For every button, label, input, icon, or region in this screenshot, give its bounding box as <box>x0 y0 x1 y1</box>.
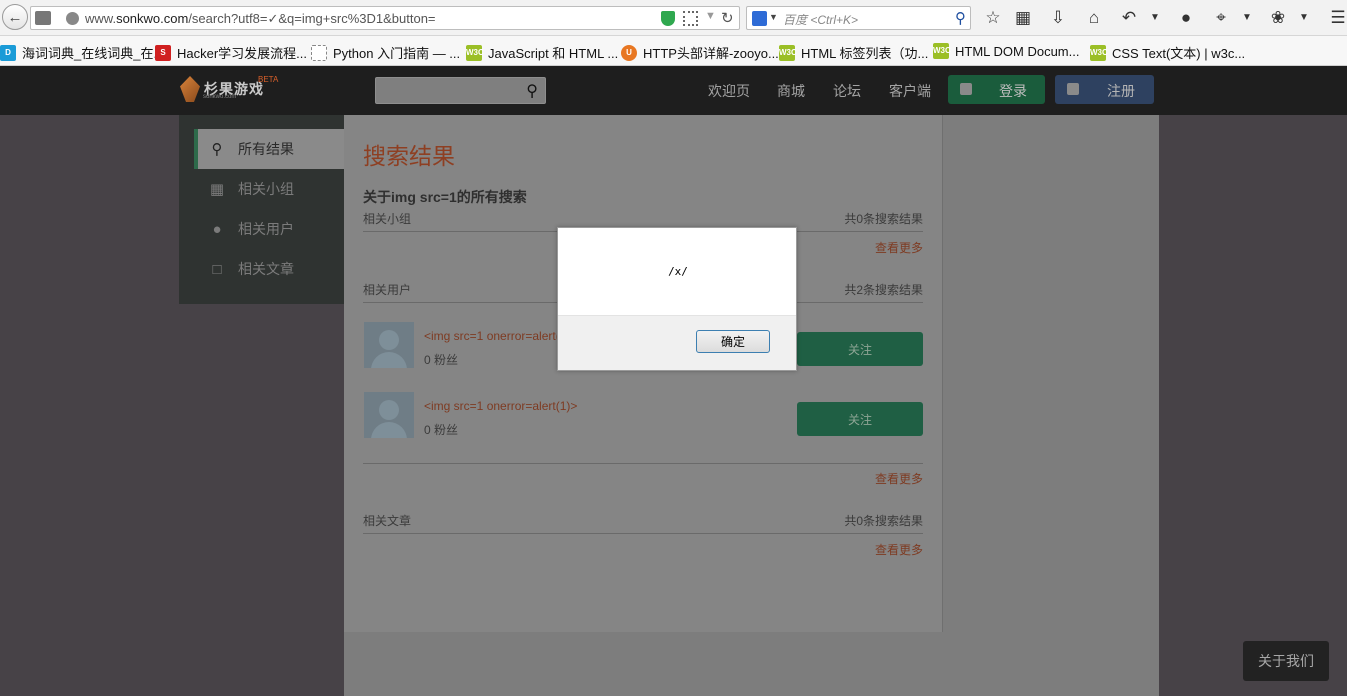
bookmark-item[interactable]: W3C HTML DOM Docum... <box>933 43 1079 59</box>
alert-message: /x/ <box>668 265 688 278</box>
user-fans: 0 粉丝 <box>424 423 459 437</box>
edit-icon <box>1067 83 1079 95</box>
groups-more-link[interactable]: 查看更多 <box>875 239 923 256</box>
results-sidebar: ⚲ 所有结果 ▦ 相关小组 ● 相关用户 □ 相关文章 <box>179 115 344 304</box>
section-users-label: 相关用户 <box>363 283 412 297</box>
search-summary: 关于img src=1的所有搜索 <box>363 189 527 205</box>
articles-more-link[interactable]: 查看更多 <box>875 541 923 558</box>
sidebar-item-users[interactable]: ● 相关用户 <box>194 209 344 249</box>
chevron-down-icon[interactable]: ▼ <box>1236 8 1258 28</box>
section-articles-count: 共0条搜索结果 <box>844 514 923 528</box>
back-button[interactable]: ← <box>2 4 28 30</box>
site-search-input[interactable]: ⚲ <box>375 77 546 104</box>
alert-dialog: /x/ 确定 <box>557 227 797 371</box>
search-placeholder: 百度 <Ctrl+K> <box>783 13 859 27</box>
follow-button[interactable]: 关注 <box>797 402 923 436</box>
undo-icon[interactable]: ↶ <box>1118 8 1140 28</box>
chevron-down-icon[interactable]: ▼ <box>1144 8 1166 28</box>
section-users-count: 共2条搜索结果 <box>844 283 923 297</box>
search-engine-icon[interactable] <box>752 11 767 26</box>
dictionary-icon: D <box>0 44 16 61</box>
chevron-down-icon[interactable]: ▼ <box>1293 8 1315 28</box>
ok-button[interactable]: 确定 <box>696 330 770 353</box>
globe-icon <box>66 12 79 25</box>
sidebar-item-articles[interactable]: □ 相关文章 <box>194 249 344 289</box>
search-icon: ⚲ <box>211 141 223 158</box>
url-text[interactable]: www.sonkwo.com/search?utf8=✓&q=img+src%3… <box>85 11 436 27</box>
section-articles-label: 相关文章 <box>363 514 412 528</box>
user-name-link[interactable]: <img src=1 onerror=alert(1)> <box>424 329 577 343</box>
user-name-link[interactable]: <img src=1 onerror=alert(1)> <box>424 399 577 413</box>
qr-code-icon[interactable] <box>683 11 698 26</box>
star-icon[interactable]: ☆ <box>982 8 1004 28</box>
tab-groups-icon[interactable] <box>35 11 51 25</box>
login-button[interactable]: 登录 <box>948 75 1045 104</box>
site-header: 杉果游戏 sonkwo.com BETA ⚲ 欢迎页 商城 论坛 客户端 登录 … <box>0 66 1347 115</box>
grid-icon: ▦ <box>209 181 225 198</box>
crop-icon[interactable]: ⌖ <box>1210 8 1232 28</box>
bookmark-item[interactable]: D 海词词典_在线词典_在... <box>0 43 164 62</box>
search-bar[interactable]: ▼ 百度 <Ctrl+K> ⚲ <box>746 6 971 30</box>
address-bar[interactable]: www.sonkwo.com/search?utf8=✓&q=img+src%3… <box>30 6 740 30</box>
w3c-icon: W3C <box>466 44 484 61</box>
bookmark-item[interactable]: W3C JavaScript 和 HTML ... <box>466 43 618 62</box>
reading-list-icon[interactable]: ▦ <box>1012 8 1034 28</box>
users-icon: ● <box>212 220 222 238</box>
section-groups-count: 共0条搜索结果 <box>844 212 923 226</box>
nav-welcome[interactable]: 欢迎页 <box>708 81 750 101</box>
blank-page-icon <box>311 44 327 61</box>
reload-icon[interactable]: ↻ <box>721 9 734 27</box>
follow-button[interactable]: 关注 <box>797 332 923 366</box>
register-button[interactable]: 注册 <box>1055 75 1154 104</box>
bookmark-item[interactable]: W3C CSS Text(文本) | w3c... <box>1090 43 1245 62</box>
page-title: 搜索结果 <box>363 143 455 169</box>
users-more-link[interactable]: 查看更多 <box>875 470 923 487</box>
site-icon: U <box>621 44 637 61</box>
nav-store[interactable]: 商城 <box>777 81 805 101</box>
user-icon <box>960 83 972 95</box>
home-icon[interactable]: ⌂ <box>1083 8 1105 28</box>
w3c-icon: W3C <box>1090 44 1108 61</box>
user-fans: 0 粉丝 <box>424 353 459 367</box>
security-shield-icon[interactable] <box>661 11 675 26</box>
sidebar-item-all-results[interactable]: ⚲ 所有结果 <box>194 129 344 169</box>
avatar[interactable] <box>364 392 414 438</box>
browser-toolbar: ← www.sonkwo.com/search?utf8=✓&q=img+src… <box>0 0 1347 36</box>
alert-footer: 确定 <box>558 315 796 370</box>
about-us-button[interactable]: 关于我们 <box>1243 641 1329 681</box>
download-icon[interactable]: ⇩ <box>1047 8 1069 28</box>
menu-icon[interactable]: ☰ <box>1327 8 1347 28</box>
section-groups-label: 相关小组 <box>363 212 412 226</box>
bookmarks-bar: D 海词词典_在线词典_在... S Hacker学习发展流程... Python … <box>0 36 1347 66</box>
search-icon[interactable]: ⚲ <box>526 81 538 101</box>
bookmark-item[interactable]: W3C HTML 标签列表（功... <box>779 43 928 62</box>
nav-forum[interactable]: 论坛 <box>833 81 861 101</box>
hacker-site-icon: S <box>155 44 171 61</box>
avatar[interactable] <box>364 322 414 368</box>
document-icon: □ <box>212 260 222 278</box>
search-icon[interactable]: ⚲ <box>955 9 966 27</box>
nav-client[interactable]: 客户端 <box>889 81 931 101</box>
logo-mark-icon <box>180 76 200 102</box>
chevron-down-icon[interactable]: ▼ <box>769 12 778 22</box>
sidebar-item-groups[interactable]: ▦ 相关小组 <box>194 169 344 209</box>
divider <box>363 463 923 464</box>
chevron-down-icon[interactable]: ▼ <box>705 10 716 22</box>
site-logo[interactable]: 杉果游戏 sonkwo.com BETA <box>180 75 278 102</box>
w3c-icon: W3C <box>779 44 797 61</box>
bug-icon[interactable]: ❀ <box>1267 8 1289 28</box>
bookmark-item[interactable]: U HTTP头部详解-zooyo... <box>621 43 779 62</box>
chat-icon[interactable]: ● <box>1175 8 1197 28</box>
divider <box>363 533 923 534</box>
bookmark-item[interactable]: Python 入门指南 — ... <box>311 43 460 62</box>
w3c-icon: W3C <box>933 43 951 59</box>
bookmark-item[interactable]: S Hacker学习发展流程... <box>155 43 307 62</box>
arrow-left-icon: ← <box>7 8 23 26</box>
